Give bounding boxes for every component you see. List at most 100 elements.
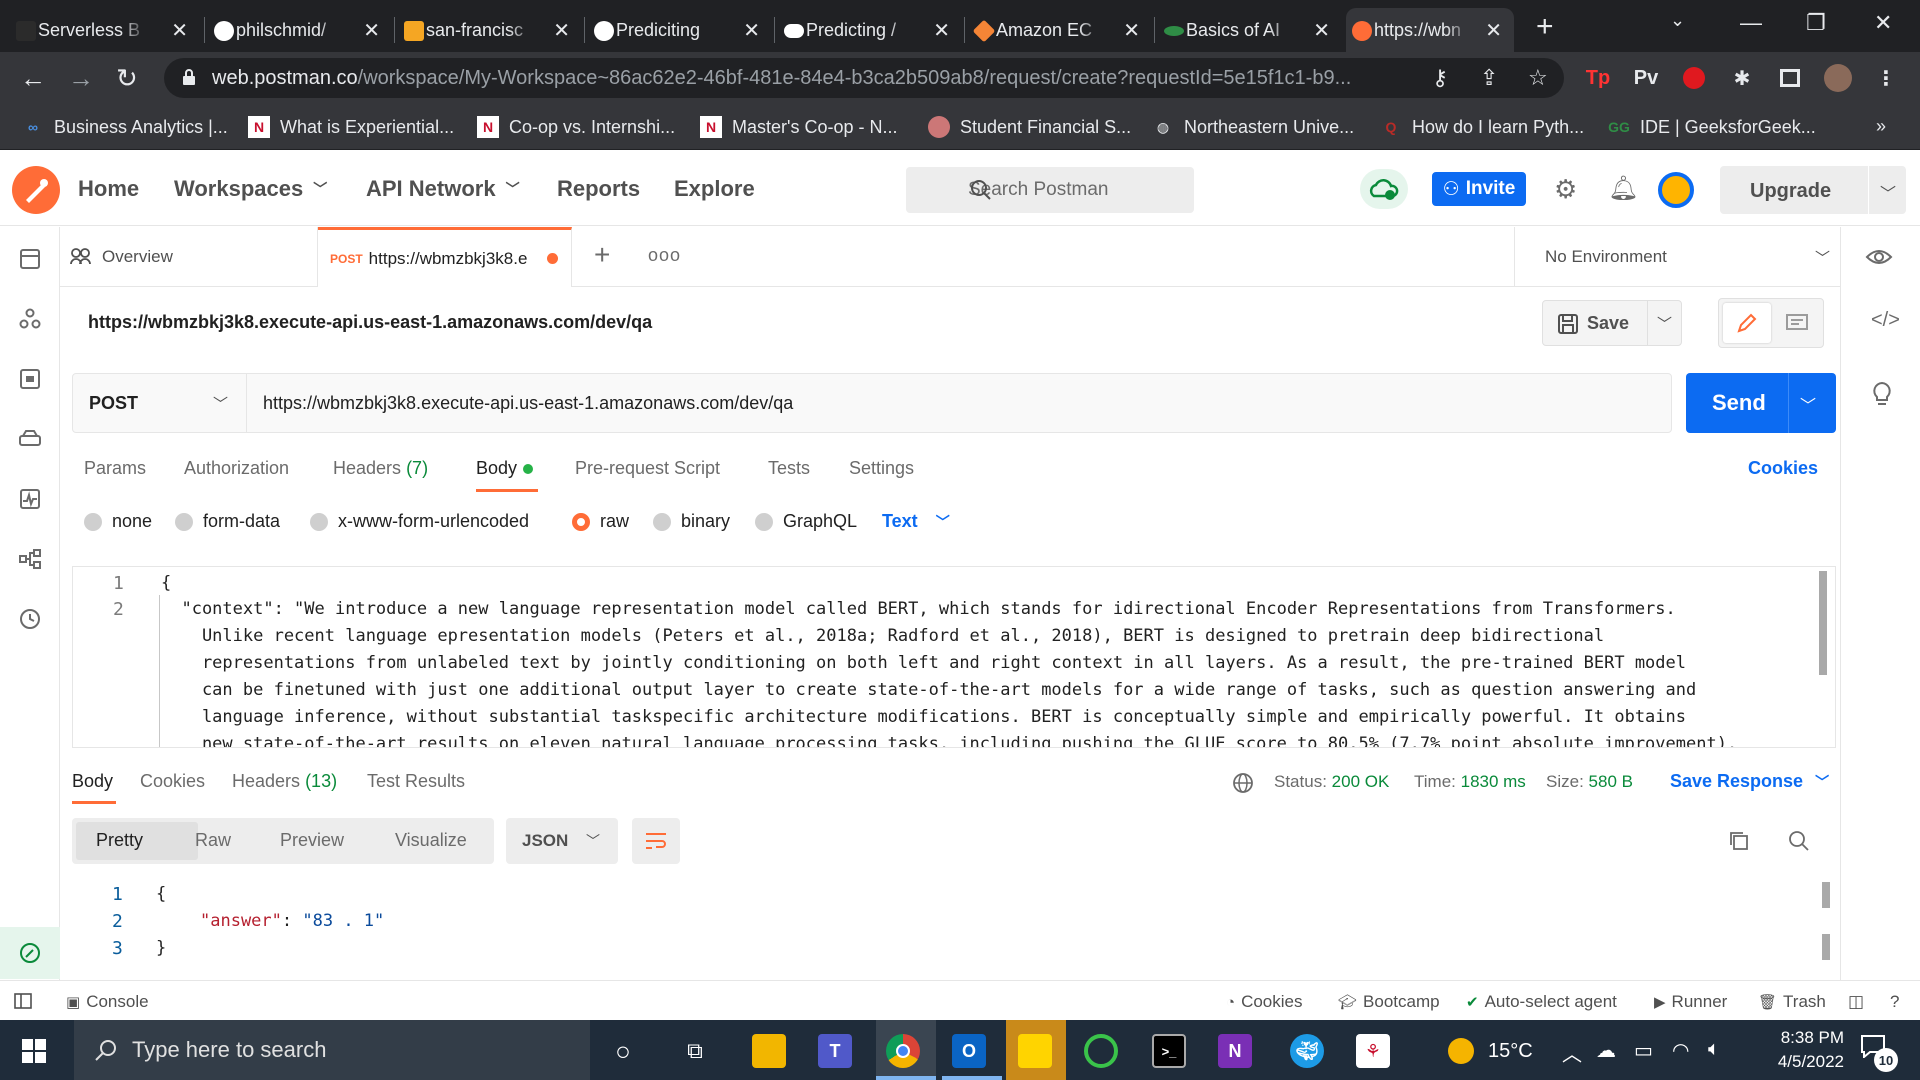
radio-binary[interactable]: binary bbox=[653, 511, 730, 532]
user-avatar[interactable] bbox=[1658, 172, 1694, 208]
runner-button[interactable]: ▶︎ Runner bbox=[1654, 992, 1727, 1012]
response-scrollbar[interactable] bbox=[1822, 934, 1830, 960]
tray-expand-icon[interactable]: ︿ bbox=[1562, 1038, 1582, 1067]
close-window-icon[interactable]: ✕ bbox=[1874, 10, 1892, 36]
response-status[interactable]: Status: 200 OK bbox=[1274, 772, 1389, 792]
editor-scrollbar[interactable] bbox=[1819, 571, 1827, 675]
settings-gear-icon[interactable]: ⚙ bbox=[1554, 174, 1577, 205]
radio-form-data[interactable]: form-data bbox=[175, 511, 280, 532]
postman-logo[interactable] bbox=[12, 166, 60, 214]
nav-reports[interactable]: Reports bbox=[557, 176, 640, 202]
share-icon[interactable]: ⇪ bbox=[1480, 65, 1498, 91]
tab-search-icon[interactable]: ⌄ bbox=[1670, 10, 1685, 31]
bookmark-item[interactable]: N What is Experiential... bbox=[248, 116, 454, 138]
address-bar[interactable]: web.postman.co/workspace/My-Workspace~86… bbox=[164, 58, 1564, 98]
copy-icon[interactable] bbox=[1728, 830, 1750, 852]
response-format-select[interactable]: JSON ﹀ bbox=[506, 818, 618, 864]
mock-servers-icon[interactable] bbox=[18, 427, 42, 451]
windows-search-input[interactable]: Type here to search bbox=[74, 1020, 590, 1080]
invite-button[interactable]: ⚇ Invite bbox=[1432, 172, 1526, 206]
comment-icon[interactable] bbox=[1785, 313, 1809, 333]
radio-raw[interactable]: raw bbox=[572, 511, 629, 532]
close-tab-icon[interactable]: ✕ bbox=[743, 18, 760, 43]
more-tabs-button[interactable]: ooo bbox=[648, 245, 681, 266]
more-bookmarks-button[interactable]: » bbox=[1876, 116, 1886, 137]
lock-icon[interactable] bbox=[182, 69, 196, 85]
radio-none[interactable]: none bbox=[84, 511, 152, 532]
browser-tab-active[interactable]: https://wbn ✕ bbox=[1346, 8, 1514, 52]
radio-urlencoded[interactable]: x-www-form-urlencoded bbox=[310, 511, 529, 532]
browser-tab[interactable]: philschmid/ ✕ bbox=[208, 8, 392, 52]
history-icon[interactable] bbox=[18, 607, 42, 631]
view-preview[interactable]: Preview bbox=[280, 830, 344, 851]
profile-avatar[interactable] bbox=[1824, 64, 1852, 92]
toggle-sidebar-icon[interactable] bbox=[14, 993, 32, 1009]
tab-post-request[interactable]: POST https://wbmzbkj3k8.e bbox=[318, 227, 572, 287]
side-panel-icon[interactable] bbox=[1776, 64, 1804, 92]
browser-tab[interactable]: Amazon EC ✕ bbox=[968, 8, 1152, 52]
sync-cloud-icon[interactable] bbox=[1360, 169, 1408, 209]
edit-mode-button[interactable] bbox=[1723, 303, 1771, 343]
response-size[interactable]: Size: 580 B bbox=[1546, 772, 1633, 792]
flows-icon[interactable] bbox=[18, 547, 42, 571]
chrome-icon[interactable] bbox=[886, 1034, 920, 1068]
docker-icon[interactable]: 🐳︎ bbox=[1290, 1034, 1324, 1068]
apis-icon[interactable] bbox=[18, 307, 42, 331]
save-response-button[interactable]: Save Response ﹀ bbox=[1670, 771, 1829, 792]
extension-tp-icon[interactable]: Tp bbox=[1584, 64, 1612, 92]
view-raw[interactable]: Raw bbox=[195, 830, 231, 851]
notification-bell-icon[interactable]: 🔔︎ bbox=[1608, 174, 1638, 203]
environment-selector[interactable]: No Environment ﹀ bbox=[1514, 227, 1840, 287]
extension-red-icon[interactable] bbox=[1680, 64, 1708, 92]
tab-headers[interactable]: Headers (7) bbox=[333, 458, 428, 479]
notification-center-button[interactable]: 10 bbox=[1860, 1034, 1898, 1072]
close-tab-icon[interactable]: ✕ bbox=[1485, 18, 1502, 43]
reload-icon[interactable]: ↻ bbox=[116, 63, 138, 94]
method-select[interactable]: POST ﹀ bbox=[73, 374, 247, 432]
close-tab-icon[interactable]: ✕ bbox=[171, 18, 188, 43]
response-time[interactable]: Time: 1830 ms bbox=[1414, 772, 1526, 792]
bookmark-item[interactable]: ◍ Northeastern Unive... bbox=[1152, 116, 1354, 138]
nav-workspaces[interactable]: Workspaces ﹀ bbox=[174, 176, 327, 202]
help-icon[interactable]: ? bbox=[1890, 992, 1899, 1012]
new-tab-button[interactable]: + bbox=[1536, 10, 1554, 44]
close-tab-icon[interactable]: ✕ bbox=[553, 18, 570, 43]
response-scrollbar[interactable] bbox=[1822, 882, 1830, 908]
lightbulb-icon[interactable] bbox=[1871, 381, 1893, 407]
onedrive-cloud-icon[interactable]: ☁ bbox=[1596, 1038, 1616, 1063]
close-tab-icon[interactable]: ✕ bbox=[933, 18, 950, 43]
bookmark-item[interactable]: Student Financial S... bbox=[928, 116, 1131, 138]
terminal-icon[interactable]: >_ bbox=[1152, 1034, 1186, 1068]
save-button[interactable]: Save ﹀ bbox=[1542, 300, 1682, 346]
task-view-icon[interactable]: ⧉ bbox=[678, 1034, 712, 1068]
tab-authorization[interactable]: Authorization bbox=[184, 458, 289, 479]
onenote-icon[interactable]: N bbox=[1218, 1034, 1252, 1068]
tab-overview[interactable]: Overview bbox=[60, 227, 318, 287]
view-visualize[interactable]: Visualize bbox=[395, 830, 467, 851]
response-tab-cookies[interactable]: Cookies bbox=[140, 771, 205, 792]
trash-button[interactable]: 🗑︎ Trash bbox=[1758, 992, 1826, 1012]
app-icon[interactable]: ⚘ bbox=[1356, 1034, 1390, 1068]
two-pane-icon[interactable]: ◫ bbox=[1848, 992, 1864, 1012]
collections-icon[interactable] bbox=[18, 247, 42, 271]
response-tab-test-results[interactable]: Test Results bbox=[367, 771, 465, 792]
extension-pv-icon[interactable]: Pv bbox=[1632, 64, 1660, 92]
back-icon[interactable]: ← bbox=[20, 63, 46, 94]
request-title[interactable]: https://wbmzbkj3k8.execute-api.us-east-1… bbox=[88, 312, 652, 333]
key-icon[interactable]: ⚷ bbox=[1432, 65, 1448, 91]
tab-tests[interactable]: Tests bbox=[768, 458, 810, 479]
rocket-launch-button[interactable] bbox=[0, 927, 60, 979]
restore-icon[interactable]: ❐ bbox=[1806, 10, 1826, 36]
close-tab-icon[interactable]: ✕ bbox=[1313, 18, 1330, 43]
close-tab-icon[interactable]: ✕ bbox=[363, 18, 380, 43]
close-tab-icon[interactable]: ✕ bbox=[1123, 18, 1140, 43]
bookmark-item[interactable]: N Master's Co-op - N... bbox=[700, 116, 897, 138]
upgrade-button[interactable]: Upgrade ﹀ bbox=[1720, 166, 1906, 214]
search-icon[interactable] bbox=[1788, 830, 1810, 852]
radio-graphql[interactable]: GraphQL bbox=[755, 511, 857, 532]
wrap-lines-button[interactable] bbox=[632, 818, 680, 864]
new-request-tab-button[interactable]: + bbox=[594, 239, 610, 271]
response-tab-headers[interactable]: Headers (13) bbox=[232, 771, 337, 792]
tab-prerequest-script[interactable]: Pre-request Script bbox=[575, 458, 720, 479]
tab-body[interactable]: Body bbox=[476, 458, 534, 479]
